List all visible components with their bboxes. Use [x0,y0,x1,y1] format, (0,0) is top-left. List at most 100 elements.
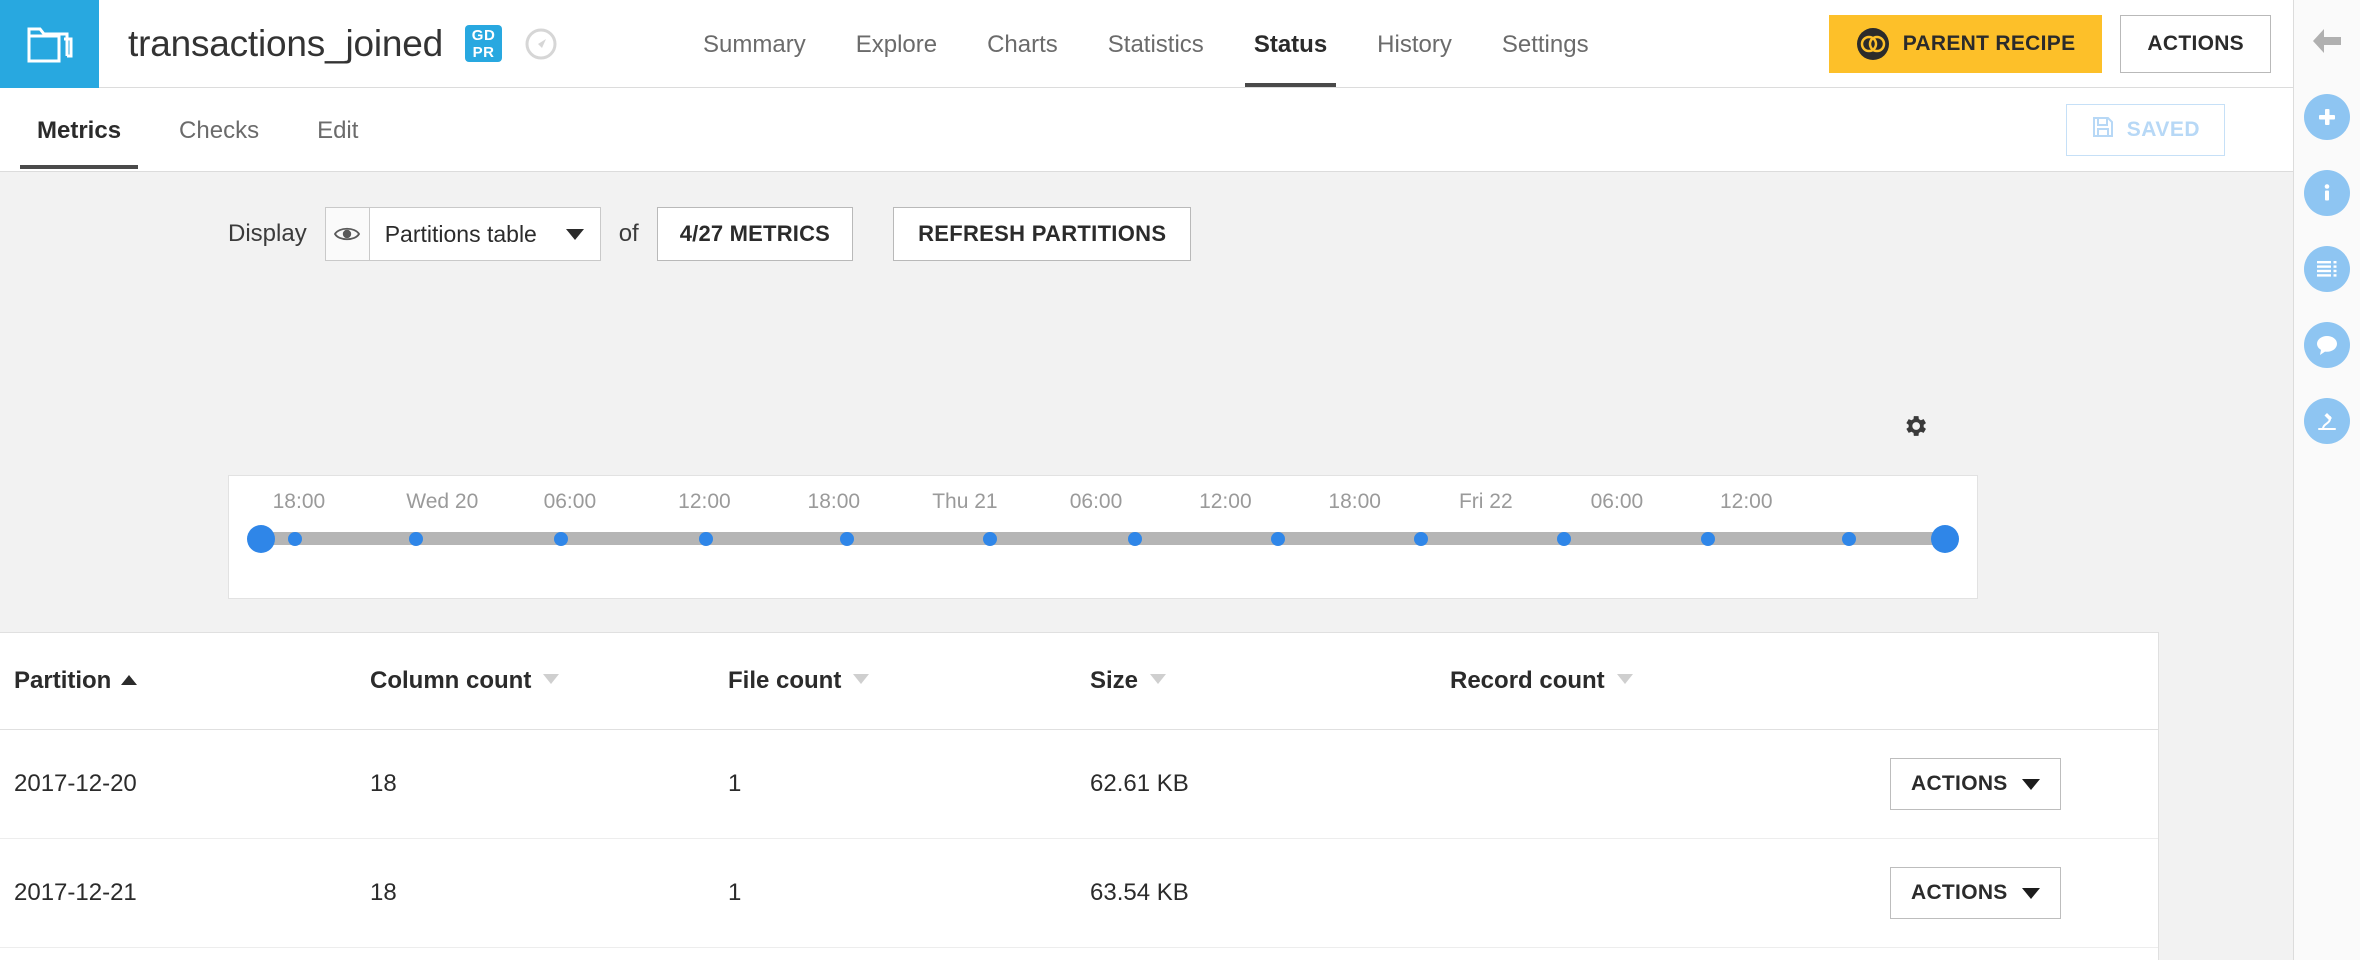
recipe-circles-icon [1856,27,1890,61]
column-header-label: Partition [14,667,111,694]
cell-actions: ACTIONS [1890,948,2158,960]
timeline-dot[interactable] [1271,532,1285,546]
table-row[interactable]: 2017-12-21 18 1 63.54 KB ACTIONS [0,839,2158,948]
timeline-tick-label: 18:00 [273,490,326,514]
table-body: 2017-12-20 18 1 62.61 KB ACTIONS [0,730,2158,960]
column-header-column-count[interactable]: Column count [370,633,728,730]
microscope-icon[interactable] [2304,398,2350,444]
chevron-down-icon [2022,779,2040,790]
eye-icon[interactable] [325,207,369,261]
gdpr-line-2: PR [473,44,495,61]
parent-recipe-button[interactable]: PARENT RECIPE [1829,15,2103,73]
compass-icon[interactable] [524,27,558,61]
timeline-dot[interactable] [288,532,302,546]
display-mode-value: Partitions table [385,221,537,248]
timeline-dot[interactable] [699,532,713,546]
timeline-tick-label: 18:00 [1328,490,1381,514]
sort-ascending-icon [121,675,137,685]
cell-partition: 2017-12-20 [0,730,370,839]
table-row[interactable]: 2017-12-20 18 1 62.61 KB ACTIONS [0,730,2158,839]
table-head: Partition Column count File count Size [0,633,2158,730]
of-label: of [619,220,639,248]
sort-descending-icon [1617,674,1633,684]
display-mode-select[interactable]: Partitions table [369,207,601,261]
tab-settings[interactable]: Settings [1477,1,1614,87]
table-header-row: Partition Column count File count Size [0,633,2158,730]
display-label: Display [228,220,307,248]
header-actions-button[interactable]: ACTIONS [2120,15,2271,73]
timeline-dot[interactable] [554,532,568,546]
tab-explore[interactable]: Explore [831,1,962,87]
tab-checks[interactable]: Checks [150,91,288,169]
column-header-record-count[interactable]: Record count [1450,633,1890,730]
floppy-disk-icon [2091,115,2115,145]
column-header-label: File count [728,667,841,694]
display-controls-row: Display Partitions table of 4/27 METRI [0,172,2293,268]
cell-column-count: 18 [370,948,728,960]
sub-header: Metrics Checks Edit SAVED [0,88,2293,172]
chevron-down-icon [566,229,584,240]
cell-size: 63.54 KB [1090,839,1450,948]
row-actions-button[interactable]: ACTIONS [1890,758,2061,810]
tab-status[interactable]: Status [1229,1,1352,87]
timeline-dot[interactable] [1557,532,1571,546]
timeline-dot[interactable] [1701,532,1715,546]
table-row[interactable]: 2017-12-22 18 1 66.36 KB ACTIONS [0,948,2158,960]
right-sidebar [2293,0,2360,960]
refresh-partitions-button[interactable]: REFRESH PARTITIONS [893,207,1191,261]
app-root: transactions_joined GD PR Summary Explor… [0,0,2360,960]
row-actions-button[interactable]: ACTIONS [1890,867,2061,919]
column-header-label: Size [1090,667,1138,694]
tab-edit[interactable]: Edit [288,91,387,169]
timeline-tick-label: 12:00 [1199,490,1252,514]
timeline-tick-label: Fri 22 [1459,490,1513,514]
partition-timeline[interactable]: 18:00 Wed 20 06:00 12:00 18:00 Thu 21 06… [228,475,1978,599]
folder-icon[interactable] [0,0,99,88]
saved-button[interactable]: SAVED [2066,104,2225,156]
timeline-dot[interactable] [983,532,997,546]
plus-icon[interactable] [2304,94,2350,140]
gear-icon[interactable] [1901,412,1929,445]
cell-column-count: 18 [370,730,728,839]
timeline-dot[interactable] [409,532,423,546]
tab-history[interactable]: History [1352,1,1477,87]
timeline-handle-start[interactable] [247,525,275,553]
back-arrow-icon[interactable] [2304,18,2350,64]
saved-label: SAVED [2127,118,2200,142]
row-actions-label: ACTIONS [1911,881,2008,905]
details-list-icon[interactable] [2304,246,2350,292]
metrics-count-button[interactable]: 4/27 METRICS [657,207,853,261]
timeline-tick-label: Thu 21 [932,490,997,514]
timeline-tick-labels: 18:00 Wed 20 06:00 12:00 18:00 Thu 21 06… [229,476,1977,522]
sort-descending-icon [1150,674,1166,684]
timeline-track[interactable] [261,532,1945,545]
main-column: transactions_joined GD PR Summary Explor… [0,0,2293,960]
timeline-dot[interactable] [1842,532,1856,546]
cell-size: 66.36 KB [1090,948,1450,960]
cell-size: 62.61 KB [1090,730,1450,839]
tab-summary[interactable]: Summary [678,1,831,87]
tab-charts[interactable]: Charts [962,1,1083,87]
timeline-dot[interactable] [1414,532,1428,546]
timeline-tick-label: Wed 20 [406,490,478,514]
tab-metrics[interactable]: Metrics [8,91,150,169]
cell-file-count: 1 [728,730,1090,839]
info-icon[interactable] [2304,170,2350,216]
column-header-file-count[interactable]: File count [728,633,1090,730]
comment-icon[interactable] [2304,322,2350,368]
column-header-partition[interactable]: Partition [0,633,370,730]
timeline-tick-label: 06:00 [544,490,597,514]
chevron-down-icon [2022,888,2040,899]
timeline-handle-end[interactable] [1931,525,1959,553]
column-header-size[interactable]: Size [1090,633,1450,730]
tab-statistics[interactable]: Statistics [1083,1,1229,87]
cell-file-count: 1 [728,948,1090,960]
timeline-dot[interactable] [1128,532,1142,546]
timeline-dot[interactable] [840,532,854,546]
column-header-actions [1890,633,2158,730]
column-header-label: Column count [370,667,531,694]
cell-actions: ACTIONS [1890,839,2158,948]
column-header-label: Record count [1450,667,1605,694]
gdpr-badge: GD PR [465,25,502,62]
cell-file-count: 1 [728,839,1090,948]
